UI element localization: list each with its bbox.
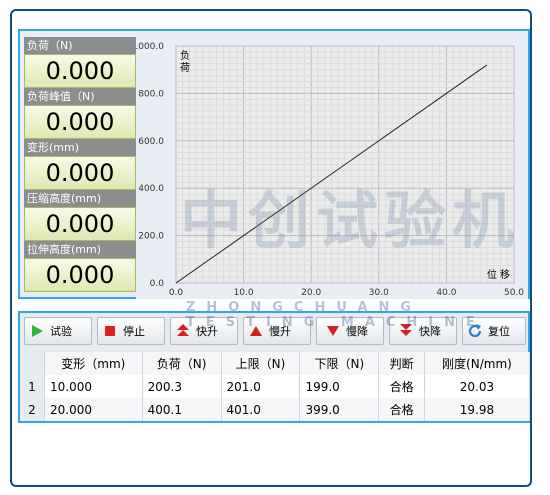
table-header: 变形（mm) 负荷（N) 上限（N) 下限（N) 判断 刚度(N/mm) — [20, 352, 531, 375]
readout-peak-value: 0.000 — [24, 105, 136, 139]
cell-deformation: 10.000 — [44, 375, 143, 398]
readout-compression-label: 压缩高度(mm) — [24, 190, 136, 207]
x-tick-label: 10.0 — [234, 288, 254, 298]
up-icon — [248, 323, 264, 339]
double-up-icon — [175, 323, 191, 339]
load-displacement-chart: 0.0 10.0 20.0 30.0 40.0 50.0 0.0 200.0 400.0 600.… — [136, 37, 528, 299]
x-tick-label: 40.0 — [436, 288, 456, 298]
readout-tension-label: 拉伸高度(mm) — [24, 241, 136, 258]
y-tick-label: 400.0 — [138, 184, 164, 194]
readout-deformation-label: 变形(mm) — [24, 139, 136, 156]
readout-peak: 负荷峰值（N) 0.000 — [24, 88, 136, 139]
y-tick-label: 1000.0 — [136, 42, 164, 52]
column-header: 刚度(N/mm) — [424, 352, 531, 375]
cell-judgement: 合格 — [378, 398, 425, 421]
x-tick-label: 50.0 — [504, 288, 524, 298]
column-header: 变形（mm) — [44, 352, 143, 375]
cell-lower-limit: 199.0 — [299, 375, 380, 398]
cell-load: 400.1 — [142, 398, 222, 421]
table-row[interactable]: 1 10.000 200.3 201.0 199.0 合格 20.03 — [20, 375, 531, 398]
refresh-icon — [467, 323, 483, 339]
fast-up-button[interactable]: 快升 — [170, 317, 238, 345]
readout-deformation-value: 0.000 — [24, 156, 136, 190]
readouts: 负荷（N) 0.000 负荷峰值（N) 0.000 变形(mm) 0.000 压… — [24, 37, 136, 292]
readout-load-label: 负荷（N) — [24, 37, 136, 54]
toolbar: 试验 停止 快升 慢升 慢降 快降 复位 — [20, 314, 528, 350]
stop-label: 停止 — [123, 325, 145, 338]
readout-peak-label: 负荷峰值（N) — [24, 88, 136, 105]
stop-icon — [102, 323, 118, 339]
cell-deformation: 20.000 — [44, 398, 143, 421]
y-tick-label: 200.0 — [138, 232, 164, 242]
reset-label: 复位 — [488, 325, 510, 338]
slow-down-button[interactable]: 慢降 — [316, 317, 384, 345]
play-icon — [29, 323, 45, 339]
cell-stiffness: 19.98 — [424, 398, 531, 421]
x-tick-label: 30.0 — [369, 288, 389, 298]
slow-up-button[interactable]: 慢升 — [243, 317, 311, 345]
readout-tension-value: 0.000 — [24, 258, 136, 292]
cell-stiffness: 20.03 — [424, 375, 531, 398]
double-down-icon — [398, 323, 414, 339]
fast-down-button[interactable]: 快降 — [389, 317, 457, 345]
cell-load: 200.3 — [142, 375, 222, 398]
readout-compression-value: 0.000 — [24, 207, 136, 241]
readout-tension: 拉伸高度(mm) 0.000 — [24, 241, 136, 292]
cell-lower-limit: 399.0 — [299, 398, 380, 421]
fast-down-label: 快降 — [419, 325, 441, 338]
column-header: 判断 — [378, 352, 425, 375]
cell-judgement: 合格 — [378, 375, 425, 398]
fast-up-label: 快升 — [196, 325, 218, 338]
slow-up-label: 慢升 — [269, 325, 291, 338]
slow-down-label: 慢降 — [346, 325, 368, 338]
row-index: 1 — [20, 375, 45, 398]
readout-load: 负荷（N) 0.000 — [24, 37, 136, 88]
column-header: 下限（N) — [299, 352, 380, 375]
readout-compression: 压缩高度(mm) 0.000 — [24, 190, 136, 241]
y-tick-label: 600.0 — [138, 137, 164, 147]
y-axis-label: 负 — [180, 49, 190, 62]
down-icon — [325, 323, 341, 339]
y-axis-label: 荷 — [180, 62, 190, 74]
stop-button[interactable]: 停止 — [97, 317, 165, 345]
readout-deformation: 变形(mm) 0.000 — [24, 139, 136, 190]
table-row[interactable]: 2 20.000 400.1 401.0 399.0 合格 19.98 — [20, 398, 531, 421]
x-tick-label: 0.0 — [169, 288, 184, 298]
cell-upper-limit: 401.0 — [221, 398, 301, 421]
reset-button[interactable]: 复位 — [462, 317, 526, 345]
x-axis-label: 位 移 — [487, 268, 510, 281]
row-index: 2 — [20, 398, 45, 421]
cell-upper-limit: 201.0 — [221, 375, 301, 398]
y-tick-label: 0.0 — [150, 279, 165, 289]
y-tick-label: 800.0 — [138, 89, 164, 99]
start-test-label: 试验 — [50, 325, 72, 338]
column-header: 上限（N) — [221, 352, 301, 375]
x-tick-label: 20.0 — [301, 288, 321, 298]
column-header: 负荷（N) — [142, 352, 222, 375]
results-table: 变形（mm) 负荷（N) 上限（N) 下限（N) 判断 刚度(N/mm) 1 1… — [20, 352, 531, 421]
column-header — [20, 352, 45, 375]
readout-load-value: 0.000 — [24, 54, 136, 88]
start-test-button[interactable]: 试验 — [24, 317, 92, 345]
